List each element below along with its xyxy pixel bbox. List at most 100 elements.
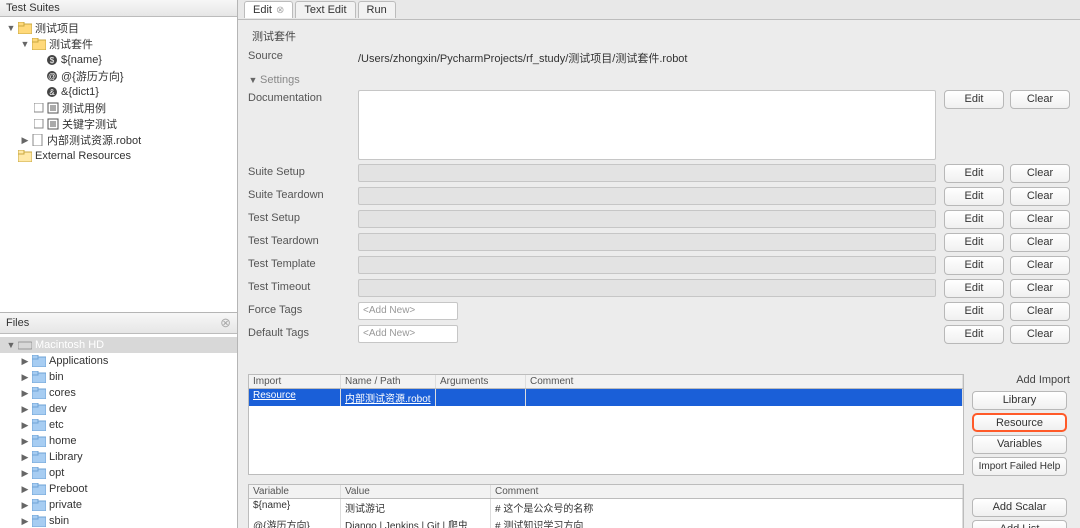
files-item[interactable]: ▶Applications bbox=[0, 353, 237, 369]
imports-table[interactable]: Import Name / Path Arguments Comment Res… bbox=[248, 374, 964, 476]
collapse-icon[interactable]: ▼ bbox=[248, 75, 258, 85]
tree-project[interactable]: ▼测试项目 bbox=[0, 20, 237, 36]
import-row[interactable]: Resource 内部测试资源.robot bbox=[249, 389, 963, 406]
files-item[interactable]: ▶cores bbox=[0, 385, 237, 401]
suite-title: 测试套件 bbox=[252, 28, 1070, 44]
tree-var[interactable]: $${name} bbox=[0, 52, 237, 68]
edit-button[interactable]: Edit bbox=[944, 325, 1004, 344]
folder-icon bbox=[18, 150, 32, 162]
test-teardown-field[interactable] bbox=[358, 233, 936, 251]
files-item[interactable]: ▶private bbox=[0, 497, 237, 513]
expand-icon[interactable]: ▶ bbox=[20, 135, 30, 146]
checkbox-icon[interactable] bbox=[34, 103, 44, 113]
tree-case[interactable]: 测试用例 bbox=[0, 100, 237, 116]
expand-icon[interactable]: ▶ bbox=[20, 420, 30, 431]
expand-icon[interactable]: ▶ bbox=[20, 500, 30, 511]
import-type-link[interactable]: Resource bbox=[253, 390, 296, 401]
tree-var[interactable]: @@{游历方向} bbox=[0, 68, 237, 84]
imports-header: Import Name / Path Arguments Comment bbox=[248, 374, 964, 389]
test-setup-field[interactable] bbox=[358, 210, 936, 228]
edit-button[interactable]: Edit bbox=[944, 256, 1004, 275]
files-item[interactable]: ▶home bbox=[0, 433, 237, 449]
clear-button[interactable]: Clear bbox=[1010, 279, 1070, 298]
expand-icon[interactable]: ▶ bbox=[20, 388, 30, 399]
files-tree[interactable]: ▼Macintosh HD ▶Applications▶bin▶cores▶de… bbox=[0, 334, 237, 528]
edit-button[interactable]: Edit bbox=[944, 90, 1004, 109]
import-name-link[interactable]: 内部测试资源.robot bbox=[345, 394, 431, 405]
tab-edit[interactable]: Edit⊗ bbox=[244, 1, 293, 18]
clear-button[interactable]: Clear bbox=[1010, 187, 1070, 206]
resource-button[interactable]: Resource bbox=[972, 413, 1067, 432]
files-item[interactable]: ▶Preboot bbox=[0, 481, 237, 497]
collapse-icon[interactable]: ▼ bbox=[6, 340, 16, 350]
expand-icon[interactable]: ▶ bbox=[20, 484, 30, 495]
test-suites-tree[interactable]: ▼测试项目 ▼测试套件 $${name} @@{游历方向} &&{dict1} … bbox=[0, 17, 237, 312]
edit-button[interactable]: Edit bbox=[944, 302, 1004, 321]
tab-text-edit[interactable]: Text Edit bbox=[295, 1, 355, 18]
tree-case[interactable]: 关键字测试 bbox=[0, 116, 237, 132]
clear-button[interactable]: Clear bbox=[1010, 256, 1070, 275]
expand-icon[interactable]: ▶ bbox=[20, 452, 30, 463]
clear-button[interactable]: Clear bbox=[1010, 164, 1070, 183]
force-tags-input[interactable]: <Add New> bbox=[358, 302, 458, 320]
expand-icon[interactable]: ▶ bbox=[20, 436, 30, 447]
edit-button[interactable]: Edit bbox=[944, 187, 1004, 206]
folder-icon bbox=[32, 403, 46, 415]
documentation-label: Documentation bbox=[248, 90, 358, 104]
variable-row[interactable]: ${name}测试游记# 这个是公众号的名称 bbox=[249, 499, 963, 516]
files-item[interactable]: ▶Library bbox=[0, 449, 237, 465]
tab-run[interactable]: Run bbox=[358, 1, 396, 18]
files-item[interactable]: ▶bin bbox=[0, 369, 237, 385]
add-scalar-button[interactable]: Add Scalar bbox=[972, 498, 1067, 517]
files-root[interactable]: ▼Macintosh HD bbox=[0, 337, 237, 353]
edit-button[interactable]: Edit bbox=[944, 164, 1004, 183]
clear-button[interactable]: Clear bbox=[1010, 302, 1070, 321]
suite-teardown-field[interactable] bbox=[358, 187, 936, 205]
tree-var[interactable]: &&{dict1} bbox=[0, 84, 237, 100]
edit-button[interactable]: Edit bbox=[944, 233, 1004, 252]
folder-icon bbox=[32, 467, 46, 479]
expand-icon[interactable]: ▶ bbox=[20, 404, 30, 415]
default-tags-label: Default Tags bbox=[248, 325, 358, 339]
folder-icon bbox=[32, 451, 46, 463]
expand-icon[interactable]: ▶ bbox=[20, 356, 30, 367]
edit-button[interactable]: Edit bbox=[944, 210, 1004, 229]
settings-header[interactable]: ▼Settings bbox=[248, 74, 1070, 86]
variable-row[interactable]: @{游历方向}Django | Jenkins | Git | 爬虫# 测试知识… bbox=[249, 516, 963, 528]
clear-button[interactable]: Clear bbox=[1010, 210, 1070, 229]
clear-button[interactable]: Clear bbox=[1010, 325, 1070, 344]
tree-resource[interactable]: ▶内部测试资源.robot bbox=[0, 132, 237, 148]
default-tags-input[interactable]: <Add New> bbox=[358, 325, 458, 343]
expand-icon[interactable]: ▶ bbox=[20, 372, 30, 383]
folder-icon bbox=[32, 515, 46, 527]
suite-setup-field[interactable] bbox=[358, 164, 936, 182]
folder-icon bbox=[32, 38, 46, 50]
edit-button[interactable]: Edit bbox=[944, 279, 1004, 298]
import-failed-help-button[interactable]: Import Failed Help bbox=[972, 457, 1067, 476]
collapse-icon[interactable]: ▼ bbox=[20, 39, 30, 49]
test-timeout-field[interactable] bbox=[358, 279, 936, 297]
close-icon[interactable]: ⊗ bbox=[220, 315, 231, 331]
clear-button[interactable]: Clear bbox=[1010, 90, 1070, 109]
tree-suite[interactable]: ▼测试套件 bbox=[0, 36, 237, 52]
files-item[interactable]: ▶opt bbox=[0, 465, 237, 481]
files-item[interactable]: ▶dev bbox=[0, 401, 237, 417]
checkbox-icon[interactable] bbox=[34, 119, 44, 129]
add-list-button[interactable]: Add List bbox=[972, 520, 1067, 528]
collapse-icon[interactable]: ▼ bbox=[6, 23, 16, 33]
documentation-field[interactable] bbox=[358, 90, 936, 160]
variables-button[interactable]: Variables bbox=[972, 435, 1067, 454]
files-item[interactable]: ▶sbin bbox=[0, 513, 237, 528]
files-item[interactable]: ▶etc bbox=[0, 417, 237, 433]
clear-button[interactable]: Clear bbox=[1010, 233, 1070, 252]
tree-external[interactable]: External Resources bbox=[0, 148, 237, 164]
close-icon[interactable]: ⊗ bbox=[276, 5, 284, 16]
source-path: /Users/zhongxin/PycharmProjects/rf_study… bbox=[358, 48, 1070, 66]
variables-table[interactable]: Variable Value Comment ${name}测试游记# 这个是公… bbox=[248, 484, 964, 528]
folder-icon bbox=[32, 483, 46, 495]
test-template-field[interactable] bbox=[358, 256, 936, 274]
expand-icon[interactable]: ▶ bbox=[20, 516, 30, 527]
expand-icon[interactable]: ▶ bbox=[20, 468, 30, 479]
resource-icon bbox=[32, 134, 44, 146]
library-button[interactable]: Library bbox=[972, 391, 1067, 410]
